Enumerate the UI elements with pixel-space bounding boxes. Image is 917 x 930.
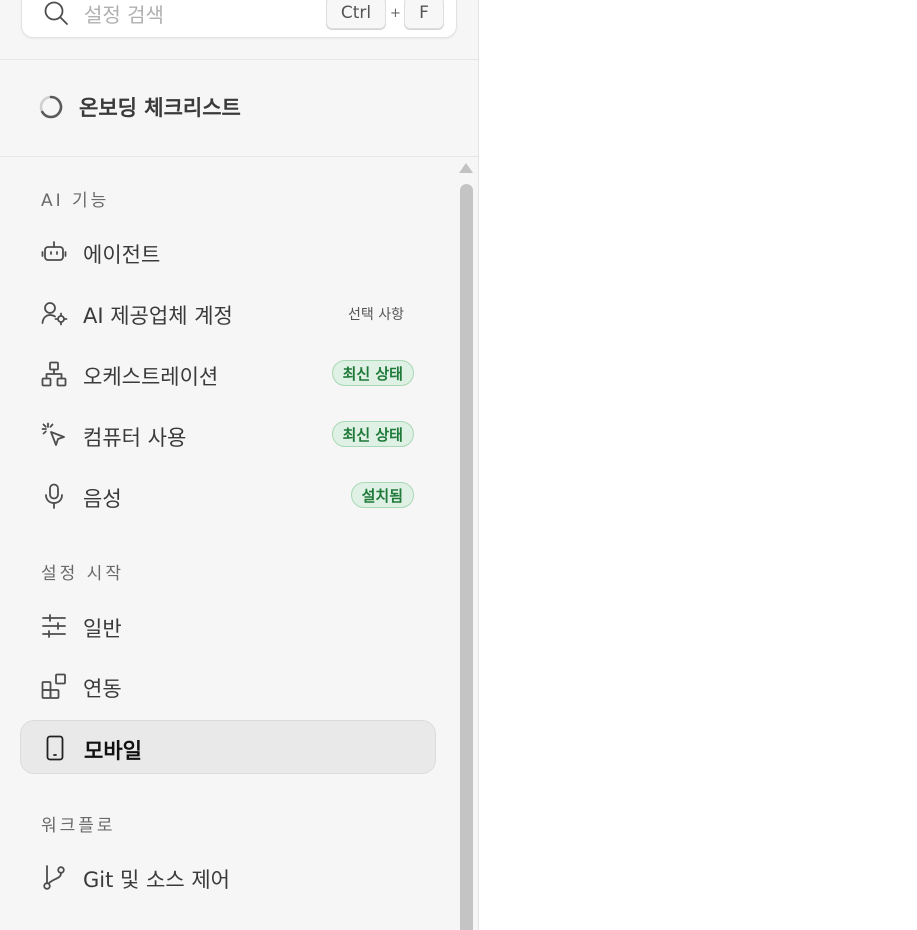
sidebar-item-general[interactable]: 일반 bbox=[20, 599, 436, 653]
shortcut-ctrl-key: Ctrl bbox=[326, 0, 386, 29]
optional-tag: 선택 사항 bbox=[348, 307, 404, 323]
onboarding-label: 온보딩 체크리스트 bbox=[79, 96, 241, 120]
sidebar-item-mobile[interactable]: 모바일 bbox=[20, 720, 436, 774]
onboarding-checklist-button[interactable]: 온보딩 체크리스트 bbox=[38, 86, 241, 128]
sidebar-item-label: 음성 bbox=[83, 487, 122, 511]
microphone-icon bbox=[40, 482, 68, 510]
shortcut-f-key: F bbox=[404, 0, 444, 29]
sidebar-item-label: 컴퓨터 사용 bbox=[83, 426, 187, 450]
hierarchy-icon bbox=[40, 360, 68, 388]
sidebar-item-label: AI 제공업체 계정 bbox=[83, 304, 233, 328]
sidebar-item-label: 에이전트 bbox=[83, 243, 161, 267]
divider bbox=[0, 59, 478, 60]
sidebar-item-label: 오케스트레이션 bbox=[83, 365, 219, 389]
progress-ring-icon bbox=[38, 94, 64, 120]
sidebar-item-label: Git 및 소스 제어 bbox=[83, 868, 230, 892]
main-content-area bbox=[479, 0, 917, 930]
git-branch-icon bbox=[40, 863, 68, 891]
sidebar-item-git[interactable]: Git 및 소스 제어 bbox=[20, 850, 436, 904]
shortcut-plus: + bbox=[390, 6, 401, 21]
sidebar-item-computer-use[interactable]: 컴퓨터 사용 최신 상태 bbox=[20, 408, 436, 462]
settings-sidebar: 설정 검색 Ctrl + F 온보딩 체크리스트 AI 기능 에이전트 AI 제… bbox=[0, 0, 479, 930]
sidebar-item-label: 모바일 bbox=[84, 739, 142, 763]
search-placeholder: 설정 검색 bbox=[84, 3, 164, 27]
robot-icon bbox=[40, 238, 68, 266]
sidebar-item-voice[interactable]: 음성 설치됨 bbox=[20, 469, 436, 523]
integrations-icon bbox=[40, 672, 68, 700]
sidebar-item-agents[interactable]: 에이전트 bbox=[20, 225, 436, 279]
status-badge: 최신 상태 bbox=[331, 421, 414, 447]
scrollbar-thumb[interactable] bbox=[460, 184, 473, 930]
section-title-ai: AI 기능 bbox=[41, 191, 110, 211]
scroll-up-arrow[interactable] bbox=[459, 163, 473, 173]
sliders-icon bbox=[40, 612, 68, 640]
user-gear-icon bbox=[40, 299, 68, 327]
sidebar-item-ai-provider-accounts[interactable]: AI 제공업체 계정 선택 사항 bbox=[20, 286, 436, 340]
section-title-workflow: 워크플로 bbox=[41, 816, 116, 836]
search-icon bbox=[42, 0, 70, 27]
status-badge: 최신 상태 bbox=[331, 360, 414, 386]
sidebar-item-integrations[interactable]: 연동 bbox=[20, 659, 436, 713]
divider bbox=[0, 156, 478, 157]
sidebar-item-label: 연동 bbox=[83, 677, 122, 701]
sidebar-item-orchestration[interactable]: 오케스트레이션 최신 상태 bbox=[20, 347, 436, 401]
section-title-setup: 설정 시작 bbox=[41, 564, 124, 584]
mobile-icon bbox=[41, 734, 69, 762]
search-input[interactable]: 설정 검색 Ctrl + F bbox=[21, 0, 457, 38]
sidebar-item-label: 일반 bbox=[83, 617, 122, 641]
cursor-click-icon bbox=[40, 421, 68, 449]
status-badge: 설치됨 bbox=[350, 482, 414, 508]
